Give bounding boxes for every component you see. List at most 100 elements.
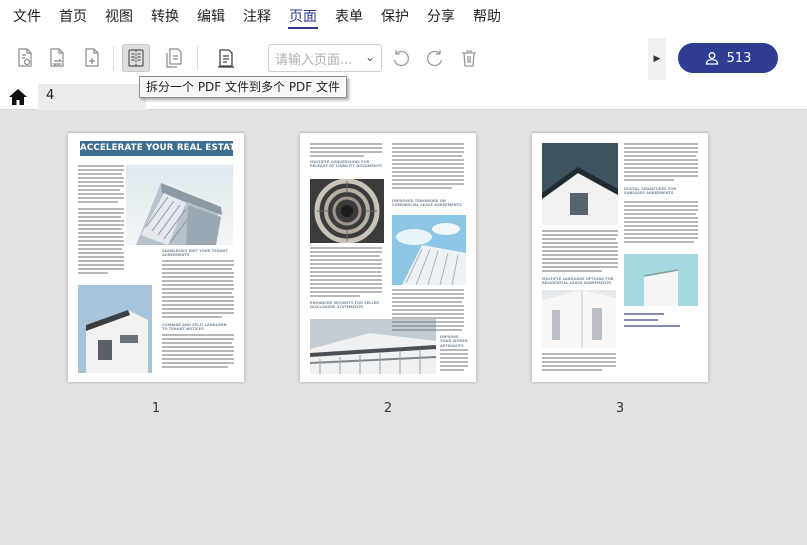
menu-share[interactable]: 分享	[418, 0, 464, 34]
text-line	[78, 173, 122, 175]
page-thumbnail-3[interactable]: MULTIPLE LANGUAGE OPTIONS FOR RESIDENTIA…	[532, 133, 708, 382]
extract-page-button[interactable]	[11, 44, 39, 72]
text-line	[162, 338, 234, 340]
toolbar-collapse-arrow[interactable]: ▶	[648, 38, 666, 80]
text-line	[392, 297, 464, 299]
insert-page-button[interactable]	[78, 44, 106, 72]
text-line	[624, 213, 696, 215]
text-line	[624, 151, 698, 153]
text-line	[624, 171, 698, 173]
rotate-right-button[interactable]	[421, 44, 449, 72]
text-line	[78, 185, 124, 187]
spiral-staircase-image	[310, 179, 384, 243]
rotate-left-button[interactable]	[387, 44, 415, 72]
text-line	[78, 252, 124, 254]
sky-building-image	[392, 215, 466, 285]
building-image	[126, 165, 233, 245]
text-line	[624, 143, 698, 145]
text-line	[624, 241, 694, 243]
delete-page-button[interactable]	[455, 44, 483, 72]
text-line	[624, 159, 698, 161]
text-line	[162, 366, 228, 368]
text-line	[392, 163, 464, 165]
text-line	[542, 361, 616, 363]
page-section-heading: IMPROVE YOUR SIGNED AFFIDAVITS	[440, 335, 468, 348]
text-line	[310, 259, 382, 261]
text-line	[162, 304, 234, 306]
text-line	[162, 284, 234, 286]
menu-page[interactable]: 页面	[280, 0, 326, 34]
menu-protect[interactable]: 保护	[372, 0, 418, 34]
text-line	[440, 369, 464, 371]
extract-page-icon	[18, 48, 32, 67]
page-section-heading: COMBINE AND SPLIT LANDLORD TO TENANT NOT…	[162, 323, 227, 332]
text-line	[624, 325, 680, 327]
text-line	[392, 151, 464, 153]
text-line	[310, 147, 382, 149]
text-line	[162, 312, 234, 314]
text-line	[392, 301, 462, 303]
text-line	[310, 151, 382, 153]
menu-edit[interactable]: 编辑	[188, 0, 234, 34]
text-line	[162, 316, 222, 318]
text-line	[310, 279, 382, 281]
menu-home[interactable]: 首页	[50, 0, 96, 34]
menu-help[interactable]: 帮助	[464, 0, 510, 34]
text-line	[310, 143, 382, 145]
page-section-heading: MULTIPLE LANGUAGE OPTIONS FOR RESIDENTIA…	[542, 277, 614, 286]
text-line	[162, 292, 232, 294]
text-line	[310, 287, 382, 289]
page-range-select[interactable]: 请输入页面... ⌄	[268, 44, 382, 72]
replace-page-button[interactable]	[43, 44, 71, 72]
menu-view[interactable]: 视图	[96, 0, 142, 34]
page-thumbnail-2[interactable]: MULTIPLE CONVERSIONS FOR RELEASE OF LIAB…	[300, 133, 476, 382]
menu-convert[interactable]: 转换	[142, 0, 188, 34]
text-line	[542, 246, 618, 248]
split-document-button[interactable]	[122, 44, 150, 72]
document-tab[interactable]: 4	[38, 84, 146, 110]
text-line	[392, 171, 464, 173]
text-line	[78, 216, 121, 218]
text-line	[78, 181, 123, 183]
text-line	[392, 309, 464, 311]
text-line	[310, 291, 382, 293]
text-line	[310, 247, 382, 249]
text-line	[624, 163, 698, 165]
text-line	[310, 283, 382, 285]
page-section-heading: SEAMLESSLY EDIT YOUR TENANT AGREEMENTS	[162, 249, 228, 258]
menu-form[interactable]: 表单	[326, 0, 372, 34]
text-line	[78, 256, 124, 258]
text-line	[440, 361, 468, 363]
text-line	[624, 313, 664, 315]
text-line	[78, 197, 124, 199]
text-line	[392, 143, 464, 145]
delete-page-icon	[462, 50, 476, 67]
user-count: 513	[726, 50, 752, 66]
page-labels-button[interactable]	[212, 44, 240, 72]
text-line	[78, 224, 124, 226]
text-line	[392, 317, 464, 319]
menu-file[interactable]: 文件	[4, 0, 50, 34]
user-account-button[interactable]: 513	[678, 43, 778, 73]
insert-page-icon	[85, 48, 99, 67]
text-line	[392, 329, 462, 331]
text-line	[310, 263, 382, 265]
text-line	[162, 350, 234, 352]
text-line	[162, 296, 234, 298]
home-icon[interactable]	[7, 87, 29, 107]
text-line	[162, 342, 232, 344]
text-line	[542, 242, 618, 244]
page-range-placeholder: 请输入页面...	[275, 52, 353, 68]
text-line	[542, 258, 618, 260]
text-line	[624, 205, 698, 207]
toolbar-separator	[113, 46, 114, 70]
page-thumbnail-1[interactable]: ACCELERATE YOUR REAL ESTATE DEALS	[68, 133, 244, 382]
page-section-heading: IMPROVED TEAMWORK ON COMMERCIAL LEASE AG…	[392, 199, 462, 208]
merge-page-button[interactable]	[160, 44, 188, 72]
page-thumbnails-area: ACCELERATE YOUR REAL ESTATE DEALS	[0, 110, 807, 545]
text-line	[78, 244, 124, 246]
menu-comment[interactable]: 注释	[234, 0, 280, 34]
text-line	[392, 179, 464, 181]
text-line	[78, 189, 120, 191]
text-line	[162, 276, 234, 278]
